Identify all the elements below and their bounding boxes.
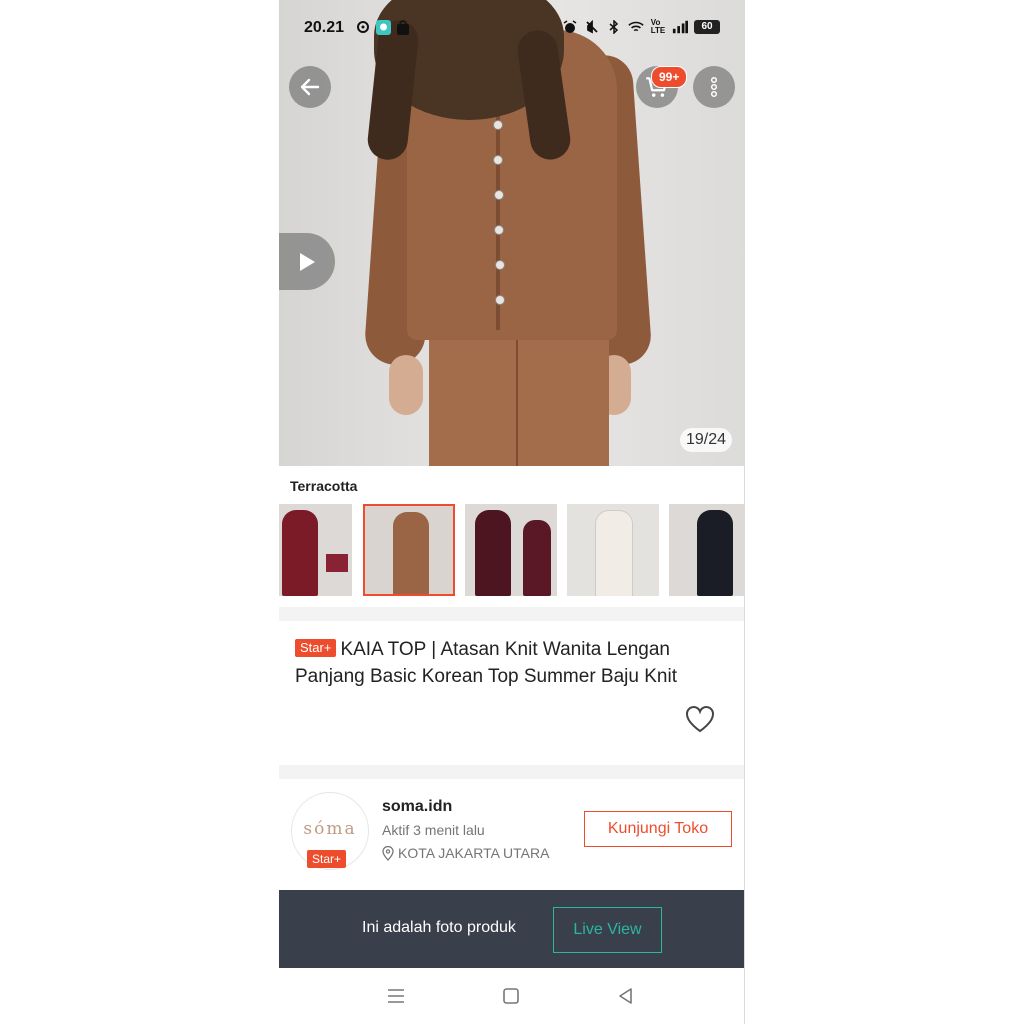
app-notification-icon <box>355 19 371 35</box>
wifi-icon <box>628 19 644 35</box>
heart-icon[interactable] <box>685 705 715 733</box>
photo-notice-banner: Ini adalah foto produk Live View <box>279 890 744 968</box>
variant-name: Terracotta <box>290 478 358 494</box>
shop-name[interactable]: soma.idn <box>382 798 452 816</box>
visit-shop-button[interactable]: Kunjungi Toko <box>584 811 732 847</box>
back-triangle-icon[interactable] <box>616 986 636 1006</box>
shop-logo-text: sóma <box>303 819 357 839</box>
photo-notice-text: Ini adalah foto produk <box>362 919 516 936</box>
menu-icon[interactable] <box>386 986 406 1006</box>
shop-active-status: Aktif 3 menit lalu <box>382 822 485 838</box>
star-plus-badge: Star+ <box>295 639 337 657</box>
more-button[interactable] <box>693 66 735 108</box>
play-video-button[interactable] <box>279 233 335 290</box>
cart-count-badge: 99+ <box>651 66 688 88</box>
app-screen: 99+ 19/24 20.21 Vo LTE 60 Terracotta Sta… <box>279 0 744 1024</box>
variant-thumb-terracotta[interactable] <box>363 504 455 596</box>
home-square-icon[interactable] <box>501 986 521 1006</box>
alarm-icon <box>562 19 578 35</box>
battery-icon: 60 <box>694 20 720 34</box>
bluetooth-icon <box>606 19 622 35</box>
variant-thumb-cream[interactable] <box>567 504 659 596</box>
image-counter: 19/24 <box>679 428 732 452</box>
variant-thumb-burgundy[interactable] <box>465 504 557 596</box>
location-pin-icon <box>382 845 394 861</box>
signal-icon <box>672 19 688 35</box>
section-divider <box>279 607 744 621</box>
live-view-button[interactable]: Live View <box>553 907 662 953</box>
back-button[interactable] <box>289 66 331 108</box>
product-title: KAIA TOP | Atasan Knit Wanita Lengan Pan… <box>295 639 677 687</box>
chat-notification-icon <box>375 19 391 35</box>
variant-thumbnails[interactable] <box>279 504 744 597</box>
shop-location: KOTA JAKARTA UTARA <box>382 845 549 861</box>
shop-star-plus-badge: Star+ <box>307 850 347 868</box>
volte-icon: Vo LTE <box>650 18 666 35</box>
play-icon <box>299 252 315 271</box>
status-bar: 20.21 Vo LTE 60 <box>279 0 744 56</box>
product-title-block: Star+ KAIA TOP | Atasan Knit Wanita Lenga… <box>295 636 725 690</box>
mute-icon <box>584 19 600 35</box>
variant-thumb-maroon[interactable] <box>279 504 352 596</box>
status-time: 20.21 <box>304 19 345 36</box>
more-vertical-icon <box>710 76 718 98</box>
screen-edge <box>744 0 745 1024</box>
back-arrow-icon <box>300 78 320 96</box>
variant-thumb-black[interactable] <box>669 504 744 596</box>
section-divider <box>279 765 744 779</box>
shop-notification-icon <box>395 19 411 35</box>
system-nav-bar <box>279 968 744 1024</box>
shop-location-text: KOTA JAKARTA UTARA <box>398 845 550 861</box>
product-image[interactable]: 99+ 19/24 <box>279 0 744 466</box>
